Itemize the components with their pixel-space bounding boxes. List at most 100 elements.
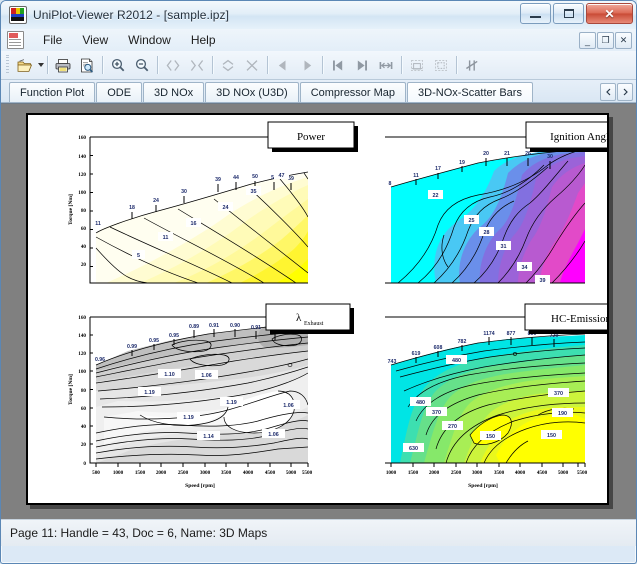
expand-horizontal-button — [161, 53, 185, 77]
plot-grid: 160140 120100 8060 4020 Torque [Nm] 11 1… — [68, 121, 607, 489]
tab-3d-nox-scatter-bars[interactable]: 3D-NOx-Scatter Bars — [407, 82, 533, 102]
svg-text:5: 5 — [137, 253, 140, 259]
menu-view[interactable]: View — [73, 31, 117, 49]
ignition-contour-fill — [385, 137, 585, 283]
svg-text:270: 270 — [448, 424, 457, 430]
svg-text:17: 17 — [435, 166, 441, 172]
last-page-button[interactable] — [350, 53, 374, 77]
ignition-title: Ignition Angle — [550, 131, 607, 143]
tab-scroll-right-button[interactable] — [617, 83, 633, 101]
hc-xticks: 1000 1500 2000 2500 3000 3500 4000 4500 5000 5… — [386, 463, 588, 476]
minimize-button[interactable] — [520, 3, 551, 24]
toolbar-separator — [47, 56, 48, 74]
svg-text:120: 120 — [78, 351, 86, 357]
tab-compressor-map[interactable]: Compressor Map — [299, 82, 407, 102]
power-contour-fill — [95, 171, 308, 283]
menu-help[interactable]: Help — [182, 31, 225, 49]
maximize-icon — [563, 9, 574, 18]
zoom-out-button[interactable] — [130, 53, 154, 77]
mdi-minimize-button[interactable]: _ — [579, 32, 596, 49]
tab-3d-nox[interactable]: 3D NOx — [143, 82, 205, 102]
collapse-vertical-button — [240, 53, 264, 77]
svg-text:0.91: 0.91 — [209, 323, 219, 329]
svg-text:0.95: 0.95 — [149, 338, 159, 344]
power-title: Power — [297, 131, 325, 143]
power-yticks: 160 140 120 100 80 60 40 20 — [78, 135, 93, 268]
skip-to-end-icon — [357, 60, 367, 70]
main-toolbar — [1, 51, 636, 80]
open-folder-icon — [17, 58, 33, 72]
tab-ode[interactable]: ODE — [96, 82, 143, 102]
svg-text:11: 11 — [163, 235, 169, 241]
print-preview-button[interactable] — [75, 53, 99, 77]
svg-text:80: 80 — [81, 388, 87, 394]
svg-text:4000: 4000 — [515, 470, 526, 476]
document-canvas[interactable]: 160 140 120 100 80 60 40 20 Torque [Nm] 11 1… — [1, 103, 636, 519]
svg-text:39: 39 — [540, 278, 546, 284]
maximize-button[interactable] — [553, 3, 584, 24]
svg-text:619: 619 — [412, 351, 421, 357]
svg-text:8: 8 — [389, 181, 392, 187]
mdi-window-controls: _ ❐ ✕ — [579, 32, 632, 49]
svg-text:30: 30 — [181, 189, 187, 195]
reset-axes-button[interactable] — [460, 53, 484, 77]
svg-text:480: 480 — [416, 400, 425, 406]
toolbar-separator — [267, 56, 268, 74]
svg-text:2000: 2000 — [429, 470, 440, 476]
svg-text:150: 150 — [547, 433, 556, 439]
svg-text:11: 11 — [413, 173, 419, 179]
svg-text:5500: 5500 — [577, 470, 588, 476]
triangle-right-icon — [304, 60, 312, 70]
first-page-button[interactable] — [326, 53, 350, 77]
chart-lambda-exhaust[interactable]: 160140 120100 8060 4020 0 Torque [Nm] 50… — [68, 303, 354, 489]
fit-width-icon — [379, 61, 393, 69]
svg-text:0.99: 0.99 — [127, 344, 137, 350]
hc-xlabel: Speed [rpm] — [468, 483, 498, 489]
tab-function-plot[interactable]: Function Plot — [9, 82, 96, 102]
print-button[interactable] — [51, 53, 75, 77]
svg-text:0.91: 0.91 — [251, 325, 261, 331]
svg-text:140: 140 — [78, 154, 86, 160]
tab-3d-nox-u3d[interactable]: 3D NOx (U3D) — [205, 82, 299, 102]
reset-axes-icon — [466, 59, 478, 71]
svg-text:21: 21 — [504, 151, 510, 157]
open-file-dropdown-caret[interactable] — [38, 63, 44, 67]
collapse-vertical-icon — [246, 59, 258, 71]
tab-scroll-buttons — [600, 83, 633, 101]
svg-text:100: 100 — [78, 190, 86, 196]
page-layout-button — [405, 53, 429, 77]
svg-text:47: 47 — [279, 173, 285, 179]
svg-text:370: 370 — [432, 410, 441, 416]
tab-scroll-left-button[interactable] — [600, 83, 616, 101]
chart-power[interactable]: 160 140 120 100 80 60 40 20 Torque [Nm] 11 1… — [68, 121, 358, 284]
chart-hc-emission[interactable]: 1000 1500 2000 2500 3000 3500 4000 4500 5000 5… — [385, 303, 607, 489]
chevron-right-icon — [623, 88, 628, 96]
menu-file[interactable]: File — [34, 31, 71, 49]
svg-text:1500: 1500 — [408, 470, 419, 476]
lambda-xlabel: Speed [rpm] — [185, 483, 215, 489]
svg-text:11: 11 — [95, 221, 101, 227]
svg-text:0.90: 0.90 — [230, 323, 240, 329]
expand-horizontal-icon — [166, 59, 180, 71]
menu-window[interactable]: Window — [119, 31, 180, 49]
lambda-title-sub: Exhaust — [304, 321, 324, 327]
toolbar-separator — [401, 56, 402, 74]
svg-text:1.06: 1.06 — [201, 373, 212, 379]
report-page[interactable]: 160 140 120 100 80 60 40 20 Torque [Nm] 11 1… — [26, 113, 609, 505]
mdi-close-button[interactable]: ✕ — [615, 32, 632, 49]
chart-ignition-angle[interactable]: 8 11 17 19 20 21 26 30 22 25 28 31 34 39… — [385, 121, 607, 284]
svg-text:2500: 2500 — [451, 470, 462, 476]
mdi-restore-button[interactable]: ❐ — [597, 32, 614, 49]
close-button[interactable]: ✕ — [586, 3, 633, 24]
toolbar-grip[interactable] — [5, 55, 10, 75]
open-file-button[interactable] — [13, 53, 37, 77]
page-layout-icon — [411, 59, 423, 71]
lambda-ylabel: Torque [Nm] — [68, 374, 74, 405]
fit-width-button[interactable] — [374, 53, 398, 77]
svg-text:40: 40 — [81, 424, 87, 430]
close-icon: ✕ — [604, 6, 615, 21]
previous-page-button — [271, 53, 295, 77]
zoom-in-button[interactable] — [106, 53, 130, 77]
svg-text:5500: 5500 — [302, 470, 313, 476]
document-icon — [7, 31, 24, 49]
